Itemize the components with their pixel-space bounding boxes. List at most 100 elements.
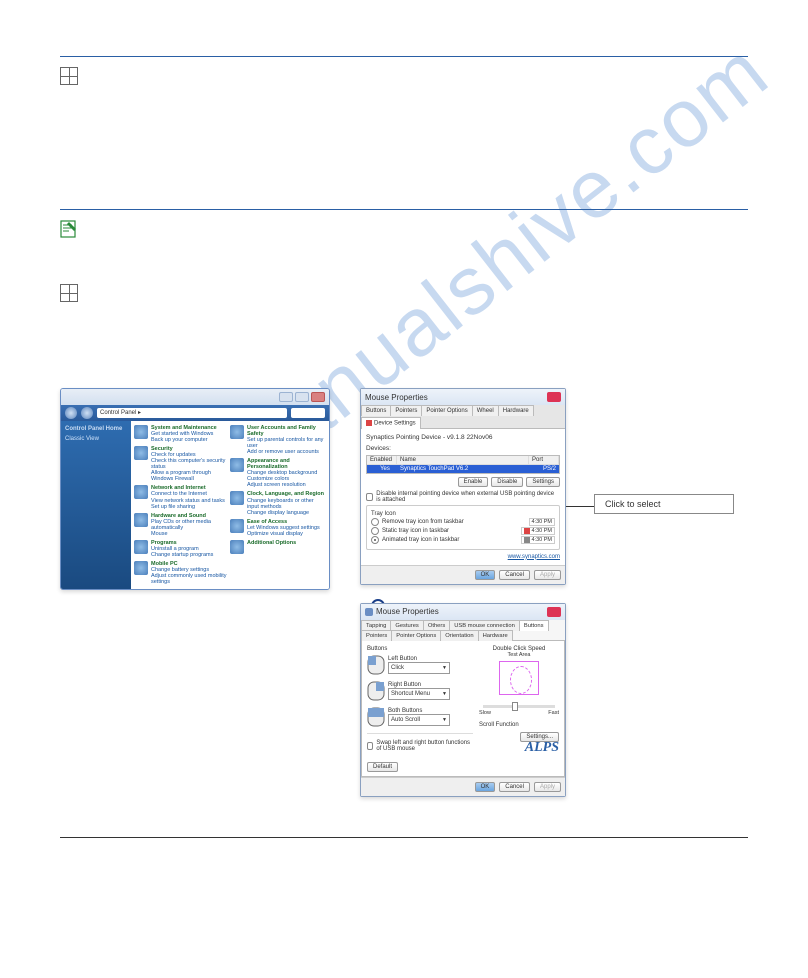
category-link[interactable]: Change startup programs xyxy=(151,552,213,558)
cp-category[interactable]: SecurityCheck for updatesCheck this comp… xyxy=(134,446,230,482)
tab[interactable]: Pointer Options xyxy=(421,405,472,416)
back-button[interactable] xyxy=(65,407,77,419)
category-title[interactable]: Clock, Language, and Region xyxy=(247,491,326,497)
nav-toolbar: Control Panel ▸ xyxy=(61,405,329,421)
tab[interactable]: Wheel xyxy=(472,405,499,416)
search-input[interactable] xyxy=(291,408,325,418)
tray-opt-animated[interactable] xyxy=(371,536,379,544)
cancel-button[interactable]: Cancel xyxy=(499,570,530,580)
control-panel-window: Control Panel ▸ Control Panel Home Class… xyxy=(60,388,330,590)
tab[interactable]: Hardware xyxy=(498,405,534,416)
cp-category[interactable]: Appearance and PersonalizationChange des… xyxy=(230,458,326,488)
cp-category[interactable]: Clock, Language, and RegionChange keyboa… xyxy=(230,491,326,515)
minimize-button[interactable] xyxy=(279,392,293,402)
cp-category[interactable]: Network and InternetConnect to the Inter… xyxy=(134,485,230,509)
sidebar: Control Panel Home Classic View xyxy=(61,421,131,589)
cp-category[interactable]: Additional Options xyxy=(230,540,326,554)
tab[interactable]: Hardware xyxy=(478,630,513,641)
cp-category[interactable]: User Accounts and Family SafetySet up pa… xyxy=(230,425,326,455)
category-link[interactable]: Optimize visual display xyxy=(247,531,320,537)
left-button-icon xyxy=(367,655,385,675)
category-link[interactable]: View network status and tasks xyxy=(151,498,225,504)
category-title[interactable]: Appearance and Personalization xyxy=(247,458,326,470)
category-link[interactable]: Adjust commonly used mobility settings xyxy=(151,573,230,585)
category-link[interactable]: Change display language xyxy=(247,510,326,516)
category-link[interactable]: Check this computer's security status xyxy=(151,458,230,470)
col-header: Port xyxy=(529,456,559,464)
apply-button[interactable]: Apply xyxy=(534,570,561,580)
cp-category[interactable]: Hardware and SoundPlay CDs or other medi… xyxy=(134,513,230,537)
category-link[interactable]: Set up parental controls for any user xyxy=(247,437,326,449)
device-row[interactable]: Yes Synaptics TouchPad V6.2 PS/2 xyxy=(367,465,559,473)
enable-button[interactable]: Enable xyxy=(458,477,489,487)
both-buttons-icon xyxy=(367,707,385,727)
cancel-button[interactable]: Cancel xyxy=(499,782,530,792)
category-link[interactable]: Allow a program through Windows Firewall xyxy=(151,470,230,482)
cp-category[interactable]: System and MaintenanceGet started with W… xyxy=(134,425,230,443)
tab[interactable]: Pointers xyxy=(390,405,422,416)
dialog-titlebar: Mouse Properties xyxy=(361,604,565,620)
category-title[interactable]: User Accounts and Family Safety xyxy=(247,425,326,437)
disable-external-checkbox[interactable] xyxy=(366,493,373,501)
category-link[interactable]: Add or remove user accounts xyxy=(247,449,326,455)
tab[interactable]: Orientation xyxy=(440,630,478,641)
tray-opt-static[interactable] xyxy=(371,527,379,535)
left-button-select[interactable]: Click▼ xyxy=(388,662,450,674)
maximize-button[interactable] xyxy=(295,392,309,402)
sidebar-title: Control Panel Home xyxy=(65,426,127,432)
devices-label: Devices: xyxy=(366,445,560,452)
category-title[interactable]: Additional Options xyxy=(247,540,296,546)
category-link[interactable]: Mouse xyxy=(151,531,230,537)
tab[interactable]: Buttons xyxy=(519,620,549,631)
sidebar-link[interactable]: Classic View xyxy=(65,436,127,442)
close-button[interactable] xyxy=(547,607,561,617)
double-click-test-area[interactable] xyxy=(499,661,539,695)
note-icon xyxy=(60,220,78,238)
footer-divider xyxy=(60,837,748,838)
default-button[interactable]: Default xyxy=(367,762,398,772)
close-button[interactable] xyxy=(311,392,325,402)
tray-opt-remove[interactable] xyxy=(371,518,379,526)
speed-slider[interactable] xyxy=(483,705,555,708)
disable-button[interactable]: Disable xyxy=(491,477,523,487)
category-link[interactable]: Let Windows suggest settings xyxy=(247,525,320,531)
cp-category[interactable]: Mobile PCChange battery settingsAdjust c… xyxy=(134,561,230,585)
synaptics-link[interactable]: www.synaptics.com xyxy=(366,554,560,560)
tab[interactable]: Pointers xyxy=(361,630,392,641)
swap-checkbox[interactable] xyxy=(367,742,373,750)
category-icon xyxy=(230,458,244,472)
col-header: Name xyxy=(397,456,529,464)
dialog-title: Mouse Properties xyxy=(365,393,428,402)
both-buttons-select[interactable]: Auto Scroll▼ xyxy=(388,714,450,726)
ok-button[interactable]: OK xyxy=(475,782,496,792)
category-icon xyxy=(134,446,148,460)
category-link[interactable]: Back up your computer xyxy=(151,437,217,443)
alps-logo: ALPS xyxy=(479,740,559,756)
swap-label: Swap left and right button functions of … xyxy=(376,740,473,752)
address-bar[interactable]: Control Panel ▸ xyxy=(97,408,287,418)
forward-button[interactable] xyxy=(81,407,93,419)
cp-category[interactable]: ProgramsUninstall a programChange startu… xyxy=(134,540,230,558)
category-icon xyxy=(230,491,244,505)
tab[interactable]: Device Settings xyxy=(361,417,421,429)
disable-external-label: Disable internal pointing device when ex… xyxy=(376,491,560,503)
tab[interactable]: Pointer Options xyxy=(391,630,441,641)
category-link[interactable]: Play CDs or other media automatically xyxy=(151,519,230,531)
settings-button[interactable]: Settings xyxy=(526,477,560,487)
category-icon xyxy=(134,425,148,439)
category-link[interactable]: Adjust screen resolution xyxy=(247,482,326,488)
tray-icon-group: Tray Icon Remove tray icon from taskbar … xyxy=(366,505,560,550)
cp-category[interactable]: Ease of AccessLet Windows suggest settin… xyxy=(230,519,326,537)
close-button[interactable] xyxy=(547,392,561,402)
scroll-function-label: Scroll Function xyxy=(479,722,559,728)
category-icon xyxy=(230,540,244,554)
apply-button[interactable]: Apply xyxy=(534,782,561,792)
tab[interactable]: Buttons xyxy=(361,405,391,416)
category-icon xyxy=(230,519,244,533)
ok-button[interactable]: OK xyxy=(475,570,496,580)
category-link[interactable]: Set up file sharing xyxy=(151,504,225,510)
right-button-select[interactable]: Shortcut Menu▼ xyxy=(388,688,450,700)
category-link[interactable]: Change keyboards or other input methods xyxy=(247,498,326,510)
tab-bar: TappingGesturesOthersUSB mouse connectio… xyxy=(361,620,565,640)
device-line: Synaptics Pointing Device - v9.1.8 22Nov… xyxy=(366,434,560,441)
